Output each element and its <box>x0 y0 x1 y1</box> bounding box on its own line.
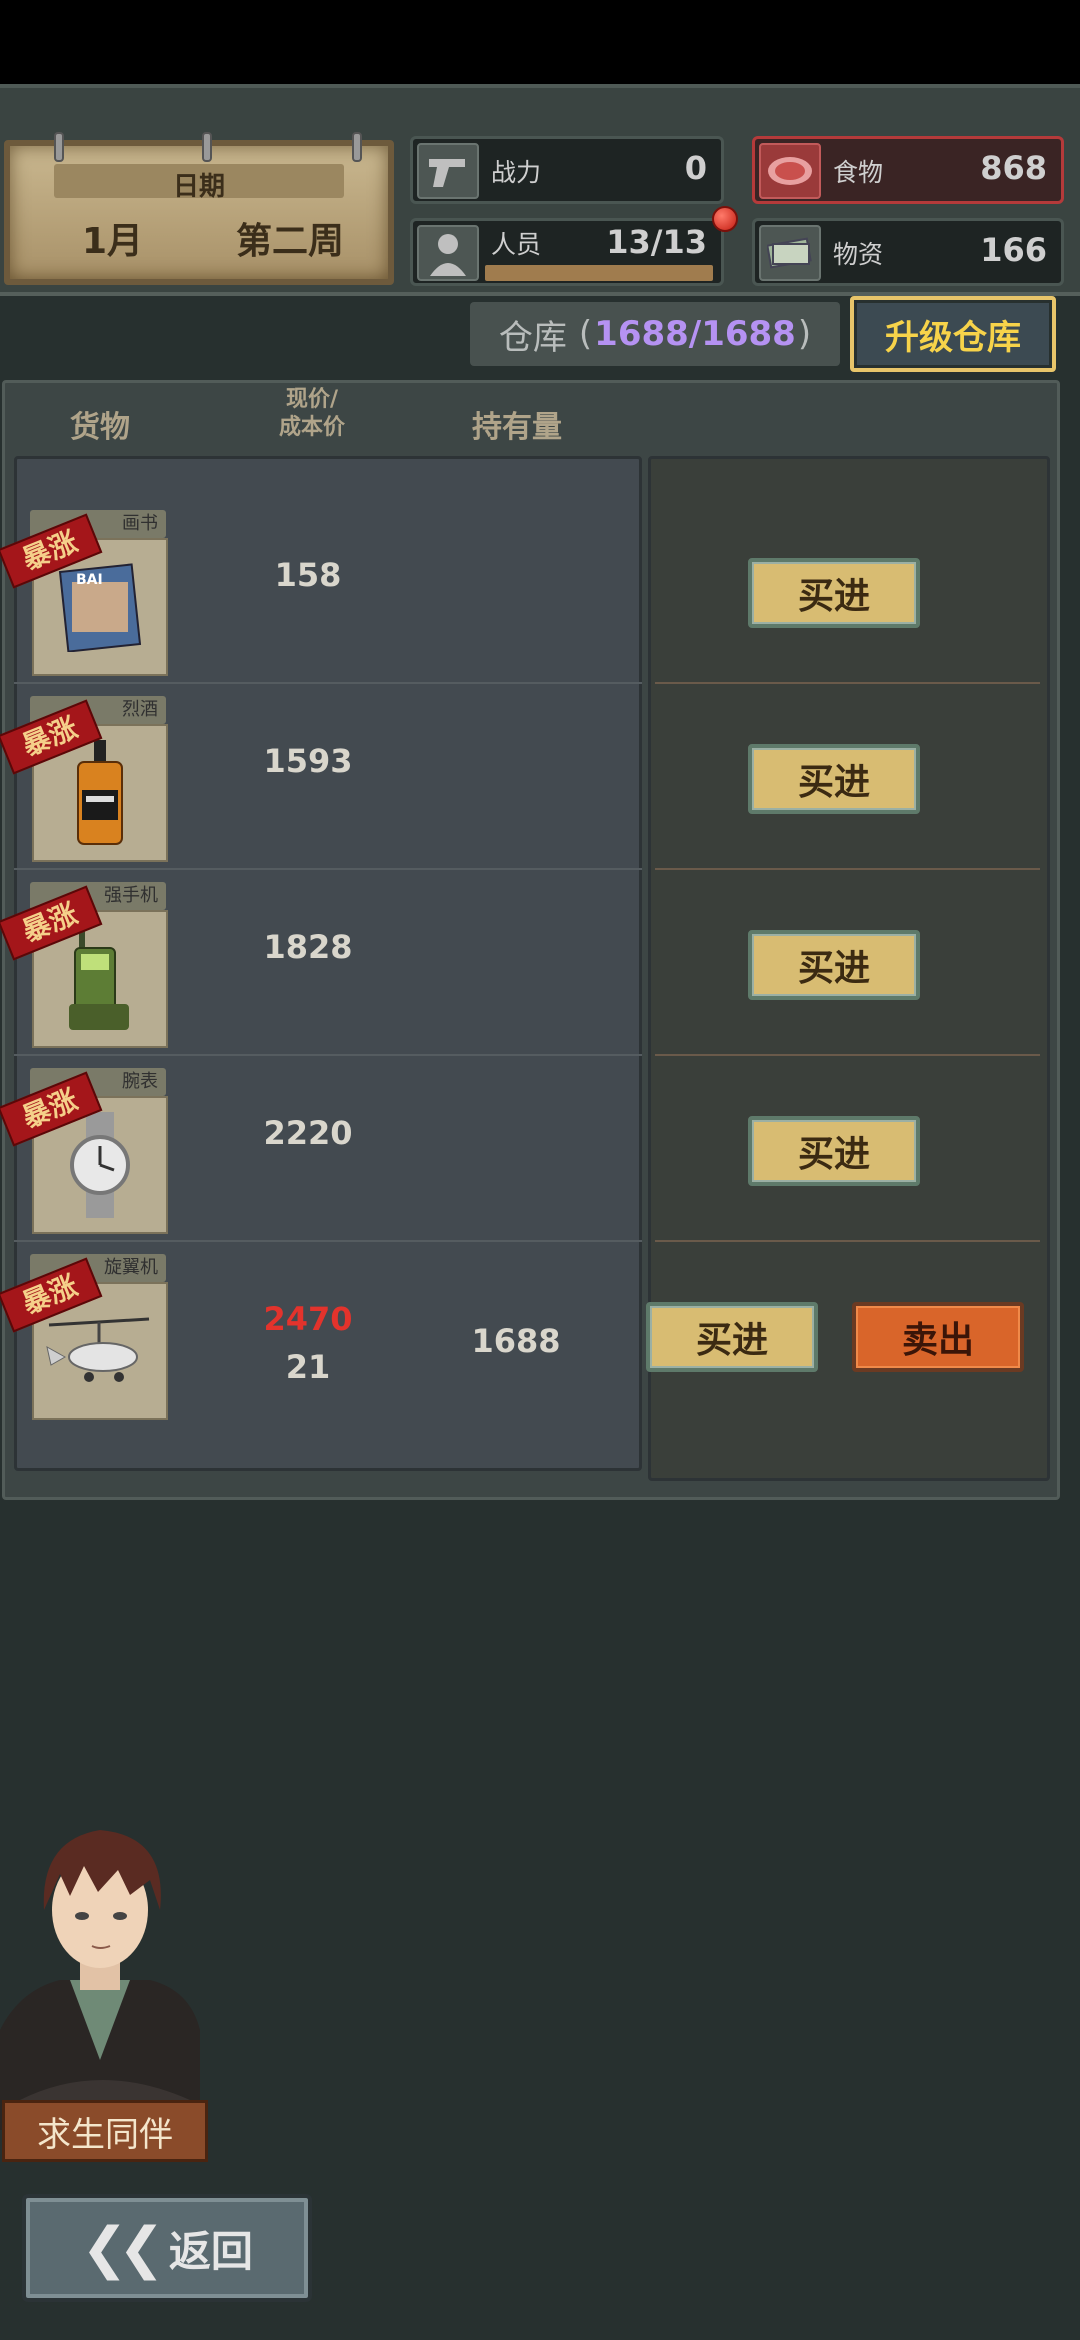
row-divider <box>655 1240 1040 1242</box>
goods-price: 1593 <box>263 742 353 780</box>
row-divider <box>14 868 642 870</box>
food-label: 食物 <box>833 158 884 187</box>
col-price-line2: 成本价 <box>278 415 345 440</box>
goods-price: 1828 <box>263 928 353 966</box>
row-divider <box>14 1240 642 1242</box>
buy-button[interactable]: 买进 <box>748 744 920 814</box>
svg-text:BAI: BAI <box>76 572 103 588</box>
warehouse-paren-close: ) <box>797 314 812 354</box>
food-stat[interactable]: 食物 868 <box>752 136 1064 204</box>
cash-icon <box>759 225 821 281</box>
system-status-bar <box>0 0 1080 84</box>
back-button[interactable]: ❮❮ 返回 <box>22 2194 312 2302</box>
supplies-value: 166 <box>980 231 1047 269</box>
meat-icon <box>759 143 821 199</box>
goods-card[interactable]: 画书 BAI 暴涨 <box>0 510 170 676</box>
supplies-stat[interactable]: 物资 166 <box>752 218 1064 286</box>
goods-card[interactable]: 腕表 暴涨 <box>0 1068 170 1234</box>
double-left-arrow-icon: ❮❮ <box>81 2215 165 2281</box>
companion-label[interactable]: 求生同伴 <box>2 2100 208 2162</box>
col-goods: 货物 <box>70 410 130 445</box>
date-label: 日期 <box>172 172 225 202</box>
buy-button[interactable]: 买进 <box>748 930 920 1000</box>
food-value: 868 <box>980 149 1047 187</box>
goods-card[interactable]: 旋翼机 暴涨 <box>0 1254 170 1420</box>
row-divider <box>14 682 642 684</box>
goods-price: 2470 <box>263 1300 353 1338</box>
date-week: 第二周 <box>236 221 345 262</box>
goods-cost: 21 <box>285 1348 331 1386</box>
buy-button[interactable]: 买进 <box>748 558 920 628</box>
sell-button[interactable]: 卖出 <box>852 1302 1024 1372</box>
goods-card[interactable]: 烈酒 暴涨 <box>0 696 170 862</box>
crew-value: 13/13 <box>606 223 707 261</box>
power-value: 0 <box>684 149 707 187</box>
date-board: 日期 1月 第二周 <box>4 132 394 285</box>
row-divider <box>655 868 1040 870</box>
row-divider <box>655 682 1040 684</box>
pin-icon <box>54 132 64 162</box>
col-price: 现价/ 成本价 <box>262 386 362 442</box>
goods-holding: 1688 <box>471 1322 561 1360</box>
person-icon <box>417 225 479 281</box>
row-divider <box>655 1054 1040 1056</box>
notification-dot <box>712 206 738 232</box>
upgrade-warehouse-button[interactable]: 升级仓库 <box>850 296 1056 372</box>
pistol-icon <box>417 143 479 199</box>
warehouse-capacity: 仓库 ( 1688/1688 ) <box>470 302 840 366</box>
buy-button[interactable]: 买进 <box>646 1302 818 1372</box>
goods-price: 158 <box>274 556 342 594</box>
warehouse-label: 仓库 <box>498 317 567 358</box>
warehouse-capacity-value: 1688/1688 <box>594 314 796 354</box>
col-holding: 持有量 <box>472 410 562 445</box>
goods-card[interactable]: 强手机 暴涨 <box>0 882 170 1048</box>
crew-label: 人员 <box>491 230 542 259</box>
supplies-label: 物资 <box>833 240 884 269</box>
date-month: 1月 <box>82 221 144 262</box>
pin-icon <box>202 132 212 162</box>
buy-button[interactable]: 买进 <box>748 1116 920 1186</box>
pin-icon <box>352 132 362 162</box>
power-label: 战力 <box>491 158 542 187</box>
goods-price: 2220 <box>263 1114 353 1152</box>
back-label: 返回 <box>168 2226 253 2276</box>
col-price-line1: 现价/ <box>285 387 339 412</box>
power-stat[interactable]: 战力 0 <box>410 136 724 204</box>
crew-progress-bar <box>485 265 713 281</box>
crew-stat[interactable]: 人员 13/13 <box>410 218 724 286</box>
row-divider <box>14 1054 642 1056</box>
warehouse-paren-open: ( <box>578 314 593 354</box>
companion-avatar[interactable] <box>0 1800 210 2130</box>
